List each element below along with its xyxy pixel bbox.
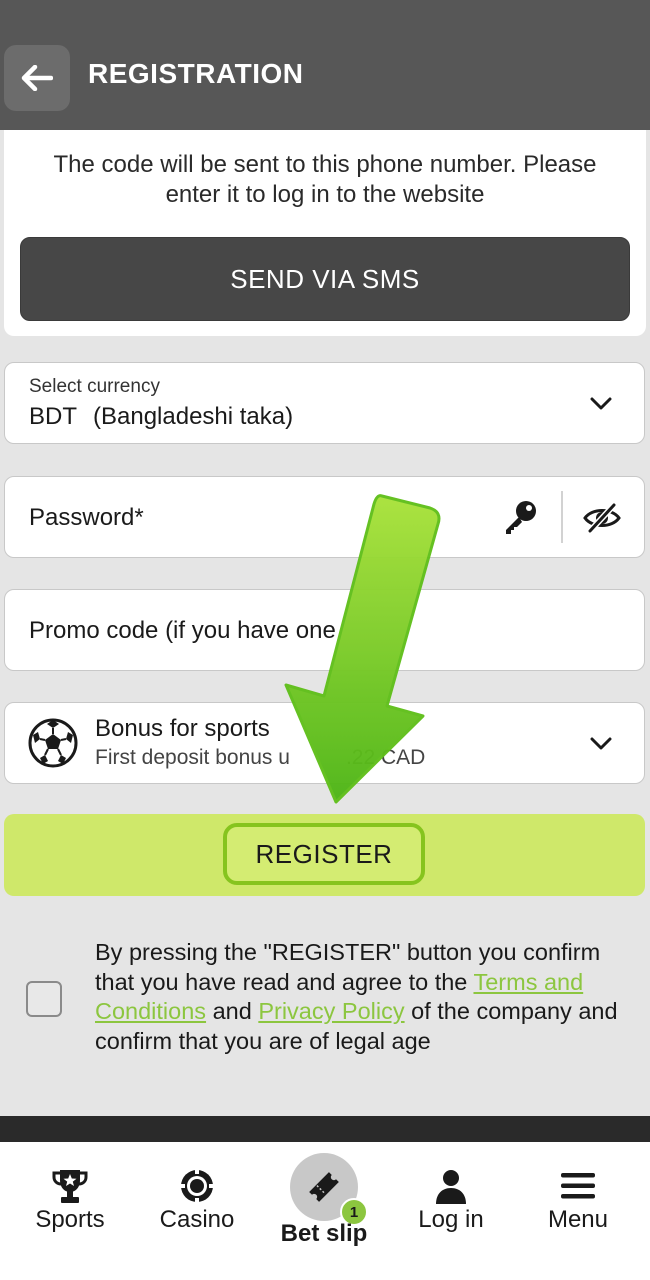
agreement-text-and: and [206,998,259,1024]
send-via-sms-button[interactable]: SEND VIA SMS [20,237,630,321]
currency-select[interactable]: Select currency BDT (Bangladeshi taka) [4,362,645,444]
trophy-icon [52,1170,88,1203]
chevron-down-icon [588,391,614,417]
password-field[interactable]: Password* [4,476,645,558]
key-icon[interactable] [501,499,539,537]
soccer-ball-icon [28,718,78,768]
privacy-policy-link[interactable]: Privacy Policy [258,998,404,1024]
nav-label-log-in: Log in [418,1206,484,1233]
bonus-subtitle-end: .22 CAD [345,746,426,769]
bonus-title: Bonus for sports [95,715,270,742]
promo-code-field[interactable]: Promo code (if you have one [4,589,645,671]
currency-code: BDT [29,403,77,430]
promo-code-placeholder: Promo code (if you have one [29,617,336,644]
bonus-select[interactable]: Bonus for sports First deposit bonus u .2… [4,702,645,784]
agreement-checkbox[interactable] [26,981,62,1017]
bonus-subtitle: First deposit bonus u .22 CAD [95,746,425,770]
register-band: REGISTER [4,814,645,896]
eye-off-icon[interactable] [582,501,622,535]
password-placeholder: Password* [29,504,144,531]
chevron-down-icon [588,731,614,757]
hamburger-menu-icon [561,1173,595,1199]
nav-item-menu[interactable]: Menu [513,1142,643,1280]
sms-info-text: The code will be sent to this phone numb… [53,151,597,208]
user-icon [436,1170,466,1204]
arrow-left-icon [21,65,53,91]
nav-label-casino: Casino [159,1206,235,1233]
agreement-text: By pressing the "REGISTER" button you co… [95,938,635,1056]
page-title: REGISTRATION [88,58,304,89]
sms-card: The code will be sent to this phone numb… [4,130,646,336]
nav-label-bet-slip: Bet slip [280,1220,368,1247]
currency-name: (Bangladeshi taka) [93,403,294,430]
header: REGISTRATION [0,0,650,130]
currency-value: BDT (Bangladeshi taka) [29,403,293,431]
divider-strip [0,1116,650,1142]
bottom-nav: Sports Casino 1 Bet slip Log in Menu [0,1142,650,1280]
casino-chip-icon [180,1169,214,1203]
nav-item-casino[interactable]: Casino [132,1142,262,1280]
bonus-subtitle-start: First deposit bonus u [95,746,290,769]
nav-label-sports: Sports [35,1206,105,1233]
divider [561,491,563,543]
back-button[interactable] [4,45,70,111]
register-button[interactable]: REGISTER [223,823,425,885]
currency-label: Select currency [29,376,160,397]
ticket-icon [309,1172,339,1202]
nav-item-sports[interactable]: Sports [5,1142,135,1280]
nav-label-menu: Menu [547,1206,609,1233]
nav-item-log-in[interactable]: Log in [386,1142,516,1280]
